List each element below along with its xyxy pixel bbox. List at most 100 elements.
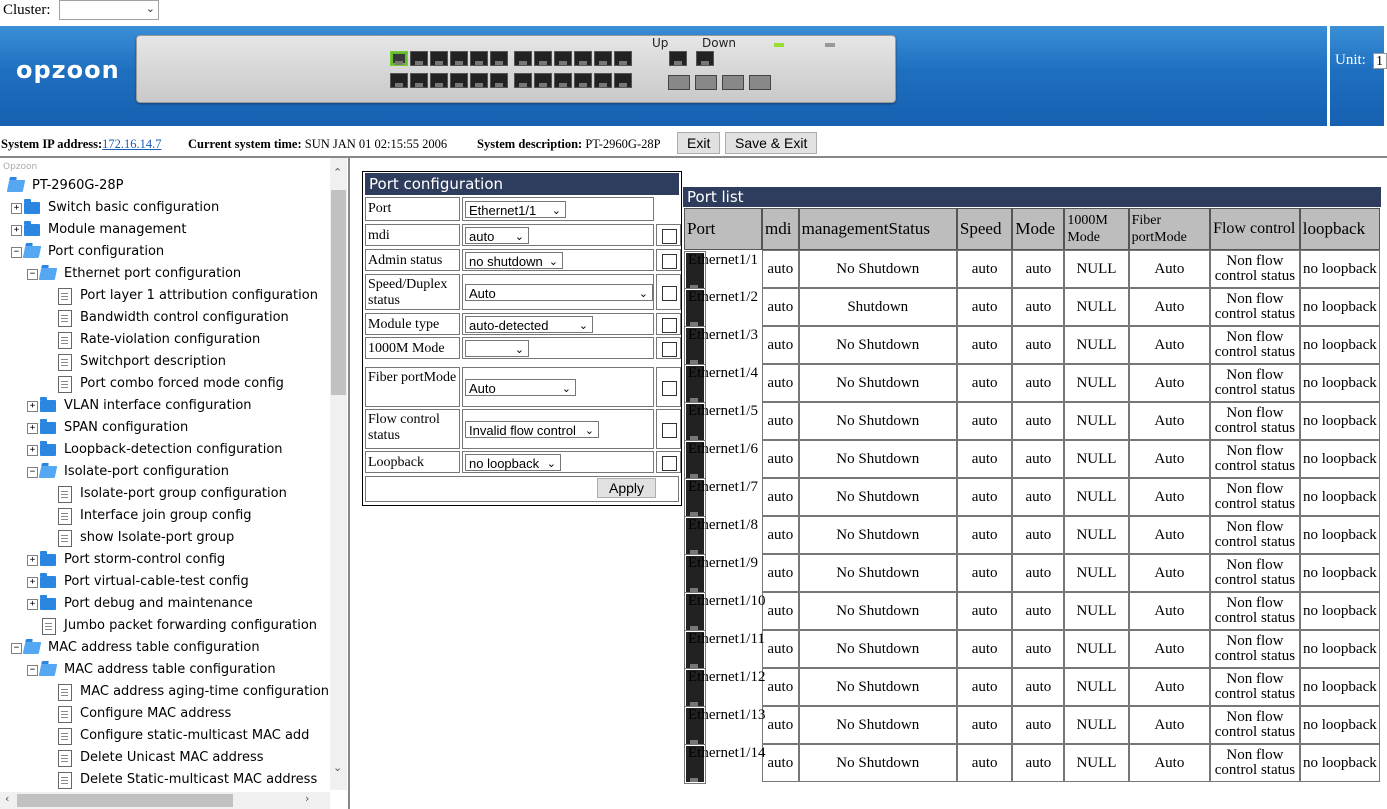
- column-header[interactable]: Port: [683, 207, 763, 251]
- config-select[interactable]: auto-detected ⌄: [465, 315, 593, 333]
- ethernet-port-icon[interactable]: [554, 73, 572, 88]
- expand-icon[interactable]: +: [27, 599, 38, 610]
- table-row[interactable]: Ethernet1/8 auto No Shutdown auto auto NULL Au…: [684, 515, 1382, 556]
- expand-icon[interactable]: +: [27, 445, 38, 456]
- table-row[interactable]: Ethernet1/11 auto No Shutdown auto auto NULL A…: [684, 629, 1382, 670]
- table-row[interactable]: Ethernet1/5 auto No Shutdown auto auto NULL Au…: [684, 401, 1382, 442]
- ethernet-port-icon[interactable]: [430, 73, 448, 88]
- ethernet-port-icon[interactable]: [390, 73, 408, 88]
- table-cell: auto: [955, 363, 1014, 403]
- ethernet-port-icon[interactable]: [574, 51, 592, 66]
- scroll-right-icon[interactable]: ›: [305, 792, 309, 805]
- ethernet-port-icon[interactable]: [490, 73, 508, 88]
- sfp-port-icon[interactable]: [668, 75, 690, 90]
- ethernet-port-icon[interactable]: [470, 73, 488, 88]
- expand-icon[interactable]: +: [27, 423, 38, 434]
- scroll-down-icon[interactable]: ⌄: [333, 761, 342, 774]
- column-header[interactable]: Flow control: [1209, 207, 1301, 251]
- column-header[interactable]: managementStatus: [797, 207, 958, 251]
- ethernet-port-icon[interactable]: [669, 51, 687, 66]
- expand-icon[interactable]: +: [27, 577, 38, 588]
- table-cell: auto: [955, 249, 1014, 289]
- table-row[interactable]: Ethernet1/12 auto No Shutdown auto auto NULL A…: [684, 667, 1382, 708]
- table-row[interactable]: Ethernet1/1 auto No Shutdown auto auto NULL Au…: [684, 249, 1382, 291]
- column-header[interactable]: Fiber portMode: [1127, 207, 1212, 251]
- apply-field-checkbox[interactable]: [662, 341, 677, 357]
- config-select[interactable]: no loopback ⌄: [465, 453, 561, 471]
- column-header[interactable]: loopback: [1298, 207, 1382, 251]
- ethernet-port-icon[interactable]: [696, 51, 714, 66]
- apply-field-checkbox[interactable]: [662, 422, 677, 438]
- ethernet-port-icon[interactable]: [490, 51, 508, 66]
- collapse-icon[interactable]: −: [11, 643, 22, 654]
- ethernet-port-icon[interactable]: [574, 73, 592, 88]
- table-row[interactable]: Ethernet1/4 auto No Shutdown auto auto NULL Au…: [684, 363, 1382, 404]
- table-cell: Auto: [1127, 439, 1212, 479]
- ethernet-port-icon[interactable]: [470, 51, 488, 66]
- table-row[interactable]: Ethernet1/9 auto No Shutdown auto auto NULL Au…: [684, 553, 1382, 594]
- table-row[interactable]: Ethernet1/14 auto No Shutdown auto auto NULL A…: [684, 743, 1382, 784]
- apply-field-checkbox[interactable]: [662, 317, 677, 333]
- system-ip-link[interactable]: 172.16.14.7: [102, 137, 161, 151]
- ethernet-port-icon[interactable]: [554, 51, 572, 66]
- ethernet-port-icon[interactable]: [614, 51, 632, 66]
- cluster-select[interactable]: ⌄: [59, 0, 159, 20]
- sfp-port-icon[interactable]: [749, 75, 771, 90]
- ethernet-port-icon[interactable]: [514, 51, 532, 66]
- table-row[interactable]: Ethernet1/6 auto No Shutdown auto auto NULL Au…: [684, 439, 1382, 480]
- ethernet-port-icon[interactable]: [534, 73, 552, 88]
- table-row[interactable]: Ethernet1/7 auto No Shutdown auto auto NULL Au…: [684, 477, 1382, 518]
- table-row[interactable]: Ethernet1/10 auto No Shutdown auto auto NULL A…: [684, 591, 1382, 632]
- expand-icon[interactable]: +: [11, 203, 22, 214]
- sfp-port-icon[interactable]: [695, 75, 717, 90]
- apply-field-checkbox[interactable]: [662, 380, 677, 396]
- ethernet-port-icon[interactable]: [534, 51, 552, 66]
- apply-field-checkbox[interactable]: [662, 253, 677, 269]
- config-select[interactable]: Auto ⌄: [465, 378, 576, 396]
- config-select[interactable]: no shutdown ⌄: [465, 251, 563, 269]
- unit-select[interactable]: 1: [1373, 53, 1387, 69]
- config-select[interactable]: Invalid flow control ⌄: [465, 420, 599, 438]
- collapse-icon[interactable]: −: [27, 665, 38, 676]
- tree-scroll-thumb[interactable]: [331, 190, 346, 395]
- config-select[interactable]: Auto ⌄: [465, 283, 653, 301]
- ethernet-port-icon[interactable]: [410, 51, 428, 66]
- collapse-icon[interactable]: −: [27, 269, 38, 280]
- ethernet-port-icon[interactable]: [390, 51, 408, 66]
- column-header[interactable]: Speed: [955, 207, 1014, 251]
- apply-field-checkbox[interactable]: [662, 285, 677, 301]
- ethernet-port-icon[interactable]: [450, 51, 468, 66]
- table-row[interactable]: Ethernet1/2 auto Shutdown auto auto NULL Auto N…: [684, 287, 1382, 328]
- scroll-left-icon[interactable]: ‹: [5, 792, 9, 805]
- table-row[interactable]: Ethernet1/3 auto No Shutdown auto auto NULL Au…: [684, 325, 1382, 366]
- expand-icon[interactable]: +: [11, 225, 22, 236]
- ethernet-port-icon[interactable]: [430, 51, 448, 66]
- config-select[interactable]: auto ⌄: [465, 226, 529, 244]
- expand-icon[interactable]: +: [27, 555, 38, 566]
- folder-icon: [40, 419, 56, 434]
- exit-button[interactable]: Exit: [677, 132, 721, 154]
- ethernet-port-icon[interactable]: [514, 73, 532, 88]
- collapse-icon[interactable]: −: [11, 247, 22, 258]
- scroll-up-icon[interactable]: ⌃: [333, 166, 342, 179]
- table-row[interactable]: Ethernet1/13 auto No Shutdown auto auto NULL A…: [684, 705, 1382, 746]
- ethernet-port-icon[interactable]: [614, 73, 632, 88]
- ethernet-port-icon[interactable]: [594, 73, 612, 88]
- config-select[interactable]: Ethernet1/1 ⌄: [465, 200, 566, 218]
- apply-field-checkbox[interactable]: [662, 455, 677, 471]
- apply-button[interactable]: Apply: [597, 478, 657, 498]
- sfp-port-icon[interactable]: [722, 75, 744, 90]
- tree-item-label: Loopback-detection configuration: [64, 442, 283, 457]
- ethernet-port-icon[interactable]: [450, 73, 468, 88]
- column-header[interactable]: 1000M Mode: [1063, 207, 1130, 251]
- expand-icon[interactable]: +: [27, 401, 38, 412]
- column-header[interactable]: Mode: [1011, 207, 1066, 251]
- save-exit-button[interactable]: Save & Exit: [725, 132, 818, 154]
- config-select[interactable]: ⌄: [465, 339, 529, 357]
- ethernet-port-icon[interactable]: [594, 51, 612, 66]
- ethernet-port-icon[interactable]: [410, 73, 428, 88]
- apply-field-checkbox[interactable]: [662, 228, 677, 244]
- collapse-icon[interactable]: −: [27, 467, 38, 478]
- tree-hscroll-thumb[interactable]: [17, 794, 233, 807]
- column-header[interactable]: mdi: [760, 207, 800, 251]
